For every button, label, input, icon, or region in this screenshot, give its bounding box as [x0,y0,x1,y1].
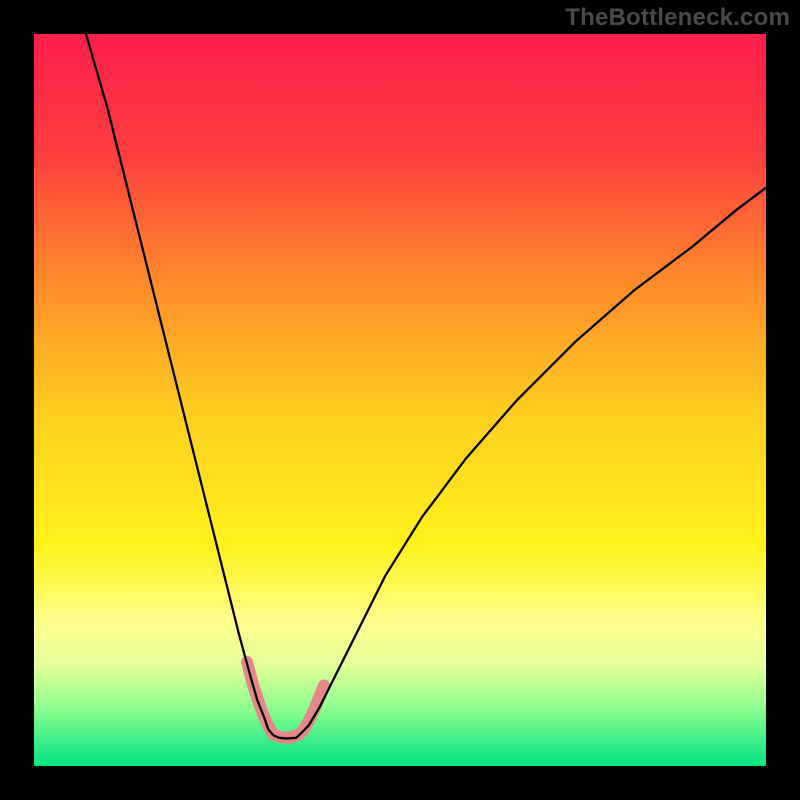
plot-area [34,34,766,766]
chart-background [34,34,766,766]
chart-svg [34,34,766,766]
chart-frame: TheBottleneck.com [0,0,800,800]
watermark-text: TheBottleneck.com [565,4,790,32]
